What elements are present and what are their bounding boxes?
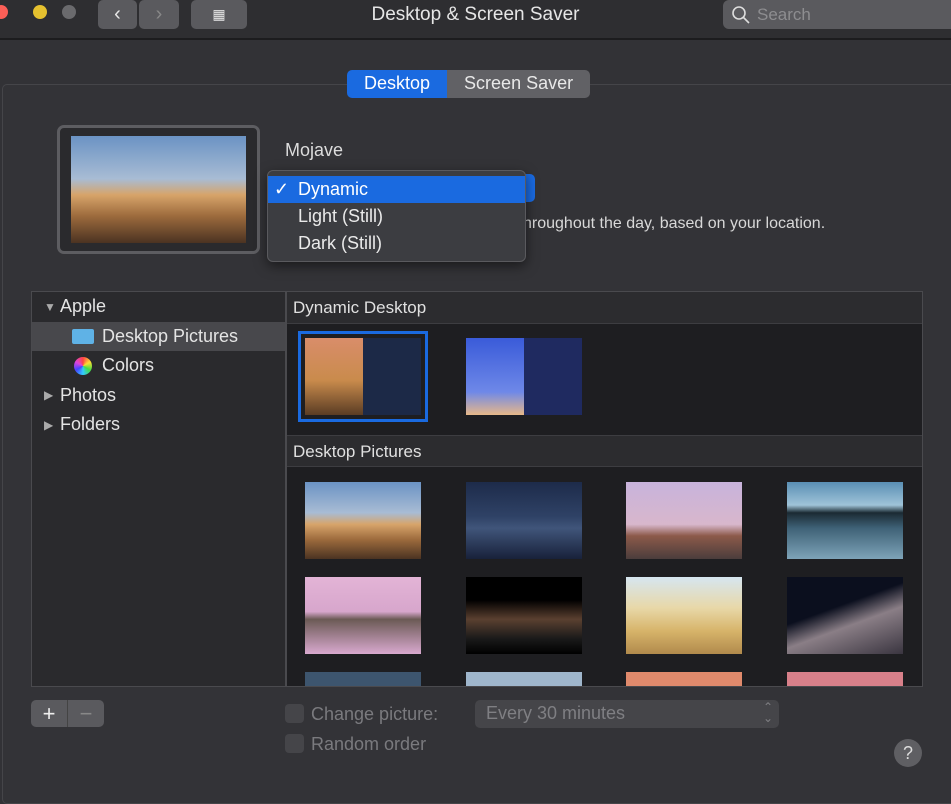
wallpaper-thumb-mojave-dynamic[interactable] [298,331,428,422]
add-remove-control: + − [31,700,104,727]
search-icon [732,5,750,24]
sidebar-label: Apple [60,296,107,317]
remove-folder-button[interactable]: − [68,700,104,727]
source-list: ▼ Apple Desktop Pictures Colors ▶ Photos ▶… [31,291,286,687]
sidebar-item-photos[interactable]: ▶ Photos [32,381,285,411]
section-header-pictures: Desktop Pictures [287,435,922,467]
sidebar-label: Desktop Pictures [102,325,239,346]
wallpaper-thumb[interactable] [466,482,582,559]
wallpaper-thumb[interactable] [466,672,582,686]
wallpaper-thumb[interactable] [626,577,742,654]
interval-value: Every 30 minutes [486,703,626,723]
wallpaper-preview [57,125,260,254]
checkmark-icon: ✓ [274,179,290,199]
wallpaper-thumb[interactable] [787,577,903,654]
sidebar-label: Colors [102,355,155,376]
disclosure-closed-icon: ▶ [44,388,54,403]
search-input[interactable]: Search [723,0,951,29]
wallpaper-grid: Dynamic Desktop Desktop Pictures [286,291,923,687]
wallpaper-thumb[interactable] [305,482,421,559]
wallpaper-description: hroughout the day, based on your locatio… [523,215,826,232]
menu-item-dynamic[interactable]: ✓ Dynamic [268,176,525,203]
color-wheel-icon [74,356,92,375]
menu-item-dark[interactable]: Dark (Still) [268,230,525,257]
wallpaper-thumb[interactable] [305,577,421,654]
sidebar-label: Photos [60,384,117,405]
wallpaper-thumb[interactable] [626,672,742,686]
folder-icon [72,328,94,344]
wallpaper-thumb[interactable] [787,672,903,686]
title-bar: ‹ › ▦ Desktop & Screen Saver Search [0,0,951,40]
tab-desktop[interactable]: Desktop [347,70,448,98]
appearance-menu: ✓ Dynamic Light (Still) Dark (Still) [267,170,526,262]
change-picture-label: Change picture: [311,704,439,724]
disclosure-open-icon: ▼ [44,299,56,314]
updown-chevron-icon: ⌃ ⌄ [762,700,773,725]
interval-select[interactable]: Every 30 minutes ⌃ ⌄ [475,700,779,728]
disclosure-closed-icon: ▶ [44,417,54,432]
random-order-label: Random order [311,734,427,754]
tab-bar: Desktop Screen Saver [347,70,591,98]
sidebar-item-apple[interactable]: ▼ Apple [32,292,285,322]
sidebar-label: Folders [60,414,121,435]
sidebar-item-colors[interactable]: Colors [32,351,285,381]
help-button[interactable]: ? [894,739,922,767]
wallpaper-thumb[interactable] [305,672,421,686]
wallpaper-name: Mojave [285,140,344,160]
sidebar-item-desktop-pictures[interactable]: Desktop Pictures [32,321,285,351]
menu-item-label: Dynamic [298,179,369,199]
section-header-dynamic: Dynamic Desktop [287,292,922,324]
wallpaper-thumb[interactable] [787,482,903,559]
wallpaper-thumb[interactable] [626,482,742,559]
tab-screen-saver[interactable]: Screen Saver [447,70,591,98]
menu-item-light[interactable]: Light (Still) [268,203,525,230]
add-folder-button[interactable]: + [31,700,68,727]
search-placeholder: Search [757,4,811,24]
random-order-checkbox[interactable] [285,734,304,753]
change-picture-checkbox[interactable] [285,704,304,723]
wallpaper-thumb-solar-gradients[interactable] [466,338,582,415]
sidebar-item-folders[interactable]: ▶ Folders [32,410,285,440]
wallpaper-thumb[interactable] [466,577,582,654]
